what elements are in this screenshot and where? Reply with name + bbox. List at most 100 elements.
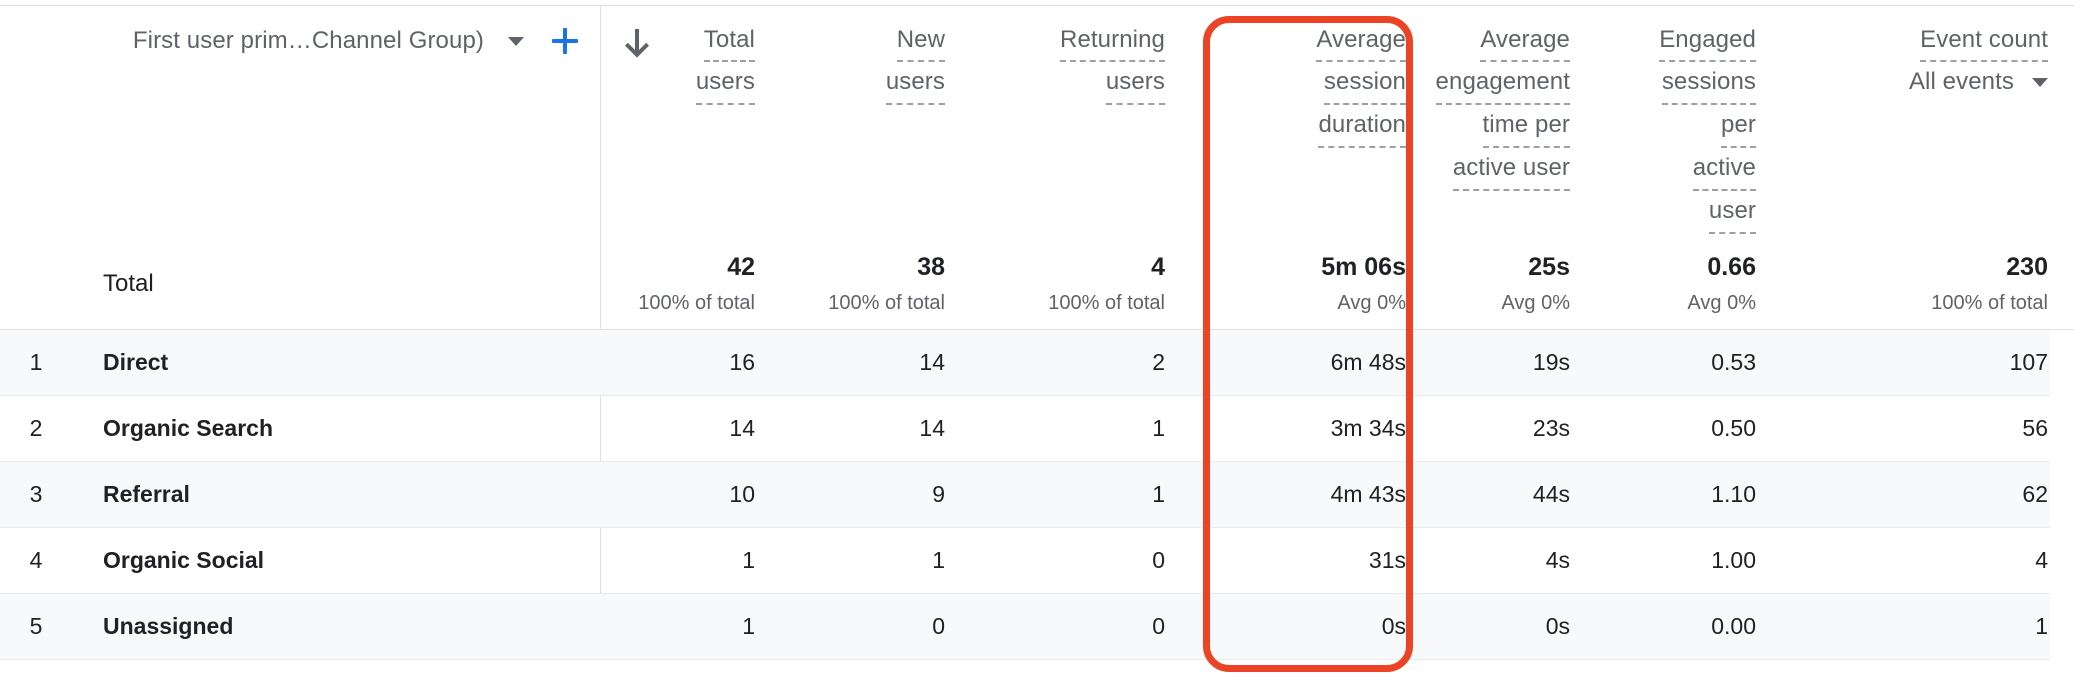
row-index: 2 xyxy=(29,415,43,441)
row-cell-event-count: 62 xyxy=(2022,481,2048,507)
row-cell-total-users: 16 xyxy=(729,349,755,375)
row-cell-new-users: 1 xyxy=(932,547,945,573)
column-header-line: Engaged xyxy=(1659,20,1756,62)
totals-cell-new-users: 38 100% of total xyxy=(790,250,945,319)
row-cell-average-engagement-time: 44s xyxy=(1532,481,1570,507)
table-body: 1 Direct 16 14 2 6m 48s 19s 0.53 107 2 O… xyxy=(0,330,2074,660)
totals-value: 5m 06s xyxy=(1321,253,1406,281)
totals-cell-average-engagement-time: 25s Avg 0% xyxy=(1400,250,1570,319)
row-index: 5 xyxy=(29,613,43,639)
row-cell-average-session-duration: 4m 43s xyxy=(1330,481,1406,507)
table-row[interactable]: 3 Referral 10 9 1 4m 43s 44s 1.10 62 xyxy=(0,462,2050,528)
dimension-header-label: First user prim…Channel Group) xyxy=(132,27,484,54)
column-header-line: sessions xyxy=(1661,62,1756,105)
column-header-line: active xyxy=(1692,148,1756,191)
column-header-line: New xyxy=(896,20,945,62)
totals-value: 4 xyxy=(1151,253,1165,281)
column-header-line: Returning xyxy=(1060,20,1165,62)
row-dimension[interactable]: Unassigned xyxy=(103,594,233,659)
row-cell-average-engagement-time: 0s xyxy=(1545,613,1570,639)
table-row[interactable]: 1 Direct 16 14 2 6m 48s 19s 0.53 107 xyxy=(0,330,2050,396)
row-cell-average-engagement-time: 19s xyxy=(1532,349,1570,375)
row-cell-total-users: 14 xyxy=(729,415,755,441)
column-header-line: time per xyxy=(1482,105,1570,148)
column-header-line: users xyxy=(695,62,755,105)
column-header-line: duration xyxy=(1318,105,1406,148)
column-header-line: engagement xyxy=(1435,62,1570,105)
row-dimension[interactable]: Direct xyxy=(103,330,168,395)
row-cell-returning-users: 2 xyxy=(1152,349,1165,375)
totals-note: 100% of total xyxy=(1048,292,1165,314)
row-cell-event-count: 107 xyxy=(2009,349,2048,375)
table-row[interactable]: 5 Unassigned 1 0 0 0s 0s 0.00 1 xyxy=(0,594,2050,660)
row-cell-average-session-duration: 3m 34s xyxy=(1330,415,1406,441)
row-cell-new-users: 14 xyxy=(919,415,945,441)
analytics-report-table: First user prim…Channel Group) Total use… xyxy=(0,0,2074,684)
totals-note: 100% of total xyxy=(1931,292,2048,314)
row-cell-average-session-duration: 31s xyxy=(1368,547,1406,573)
row-cell-engaged-sessions: 1.10 xyxy=(1711,481,1756,507)
row-cell-total-users: 1 xyxy=(742,613,755,639)
column-header-total-users[interactable]: Total users xyxy=(600,20,755,105)
totals-note: 100% of total xyxy=(638,292,755,314)
totals-note: 100% of total xyxy=(828,292,945,314)
totals-cell-average-session-duration: 5m 06s Avg 0% xyxy=(1203,250,1406,319)
row-cell-average-engagement-time: 4s xyxy=(1545,547,1570,573)
row-cell-engaged-sessions: 0.50 xyxy=(1711,415,1756,441)
column-header-engaged-sessions-per-active-user[interactable]: Engaged sessions per active user xyxy=(1590,20,1756,234)
dimension-header[interactable]: First user prim…Channel Group) xyxy=(0,18,600,64)
row-cell-returning-users: 1 xyxy=(1152,415,1165,441)
column-header-average-session-duration[interactable]: Average session duration xyxy=(1203,20,1406,148)
chevron-down-icon[interactable] xyxy=(508,36,524,46)
totals-cell-total-users: 42 100% of total xyxy=(600,250,755,319)
table-row[interactable]: 2 Organic Search 14 14 1 3m 34s 23s 0.50… xyxy=(0,396,2050,462)
row-cell-returning-users: 0 xyxy=(1152,613,1165,639)
row-cell-average-session-duration: 0s xyxy=(1381,613,1406,639)
row-index: 1 xyxy=(29,349,43,375)
totals-note: Avg 0% xyxy=(1501,292,1570,314)
column-header-line: Average xyxy=(1480,20,1570,62)
column-header-line: users xyxy=(885,62,945,105)
column-header-line: Average xyxy=(1316,20,1406,62)
column-header-average-engagement-time-per-active-user[interactable]: Average engagement time per active user xyxy=(1400,20,1570,191)
plus-icon[interactable] xyxy=(552,28,578,54)
row-cell-total-users: 1 xyxy=(742,547,755,573)
row-cell-event-count: 1 xyxy=(2035,613,2048,639)
column-header-line: user xyxy=(1708,191,1756,234)
column-header-line: session xyxy=(1323,62,1406,105)
row-dimension[interactable]: Referral xyxy=(103,462,190,527)
row-cell-engaged-sessions: 0.00 xyxy=(1711,613,1756,639)
column-header-line: users xyxy=(1105,62,1165,105)
column-header-line: Event count xyxy=(1920,20,2048,62)
column-header-event-count[interactable]: Event count All events xyxy=(1790,20,2048,102)
column-header-new-users[interactable]: New users xyxy=(790,20,945,105)
totals-value: 38 xyxy=(917,253,945,281)
row-cell-total-users: 10 xyxy=(729,481,755,507)
totals-value: 25s xyxy=(1528,253,1570,281)
totals-note: Avg 0% xyxy=(1687,292,1756,314)
totals-cell-event-count: 230 100% of total xyxy=(1790,250,2048,319)
row-cell-engaged-sessions: 0.53 xyxy=(1711,349,1756,375)
totals-label: Total xyxy=(103,270,154,297)
row-cell-returning-users: 0 xyxy=(1152,547,1165,573)
event-scope-selector[interactable]: All events xyxy=(1909,62,2048,102)
totals-cell-engaged-sessions: 0.66 Avg 0% xyxy=(1590,250,1756,319)
chevron-down-icon[interactable] xyxy=(2032,77,2048,87)
column-header-returning-users[interactable]: Returning users xyxy=(955,20,1165,105)
column-header-line: Total xyxy=(703,20,755,62)
row-dimension[interactable]: Organic Social xyxy=(103,528,264,593)
row-cell-event-count: 4 xyxy=(2035,547,2048,573)
totals-row: Total 42 100% of total 38 100% of total … xyxy=(0,236,2074,330)
totals-note: Avg 0% xyxy=(1337,292,1406,314)
row-dimension[interactable]: Organic Search xyxy=(103,396,273,461)
row-cell-engaged-sessions: 1.00 xyxy=(1711,547,1756,573)
event-scope-label: All events xyxy=(1908,68,2014,95)
row-cell-new-users: 0 xyxy=(932,613,945,639)
row-cell-new-users: 14 xyxy=(919,349,945,375)
row-cell-returning-users: 1 xyxy=(1152,481,1165,507)
row-index: 3 xyxy=(29,481,43,507)
row-cell-new-users: 9 xyxy=(932,481,945,507)
totals-value: 42 xyxy=(727,253,755,281)
table-header: First user prim…Channel Group) Total use… xyxy=(0,6,2074,236)
table-row[interactable]: 4 Organic Social 1 1 0 31s 4s 1.00 4 xyxy=(0,528,2050,594)
